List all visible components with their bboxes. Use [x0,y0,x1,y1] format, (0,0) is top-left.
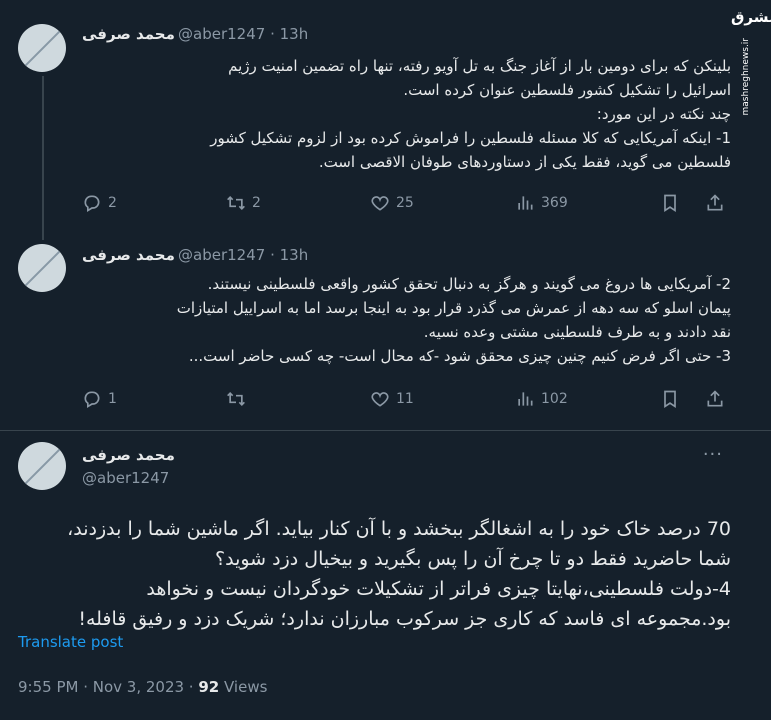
author-handle[interactable]: @aber1247 [178,25,265,43]
like-button[interactable]: 25 [370,193,414,213]
heart-icon [371,196,389,211]
reply-count: 2 [108,195,117,211]
views-button[interactable]: 369 [515,193,568,213]
analytics-icon [518,196,533,210]
avatar[interactable] [18,442,66,490]
share-icon [707,194,723,211]
author-handle[interactable]: @aber1247 [82,469,169,487]
bookmark-button[interactable] [660,193,680,213]
reply-button[interactable]: 2 [82,193,117,213]
reply-icon [84,195,100,212]
tweet-line: 70 درصد خاک خود را به اشغالگر ببخشد و با… [67,518,731,540]
tweet-line: 1- اینکه آمریکایی که کلا مسئله فلسطین را… [210,129,731,147]
like-button[interactable]: 11 [370,389,414,409]
tweet-line: نقد دادند و به طرف فلسطینی مشتی وعده نسی… [423,323,731,341]
share-button[interactable] [705,389,725,409]
author-handle-time[interactable]: @aber1247 · 13h [178,246,308,264]
avatar[interactable] [18,244,66,292]
share-button[interactable] [705,193,725,213]
author-name[interactable]: محمد صرفی [82,246,175,264]
reply-icon [84,391,100,408]
share-icon [707,390,723,407]
retweet-icon [227,391,245,407]
main-tweet-text: 70 درصد خاک خود را به اشغالگر ببخشد و با… [16,514,731,634]
author-handle-time[interactable]: @aber1247 · 13h [178,25,308,43]
like-count: 25 [396,195,414,211]
avatar[interactable] [18,24,66,72]
author-name[interactable]: محمد صرفی [82,25,175,43]
thread-line [42,76,44,240]
tweet-1[interactable]: محمد صرفی @aber1247 · 13h بلینکن که برای… [0,0,771,240]
tweet-text: 2- آمریکایی ها دروغ می گویند و هرگز به د… [82,272,731,368]
retweet-button[interactable]: 2 [226,193,261,213]
views-label: Views [219,678,268,696]
view-count: 102 [541,391,568,407]
tweet-time[interactable]: · 13h [270,25,308,43]
post-timestamp[interactable]: 9:55 PM · Nov 3, 2023 · [18,678,198,696]
analytics-icon [518,392,533,406]
views-button[interactable]: 102 [515,389,568,409]
bookmark-icon [664,390,676,409]
bookmark-icon [664,194,676,213]
post-meta: 9:55 PM · Nov 3, 2023 · 92 Views [18,678,267,696]
tweet-line: پیمان اسلو که سه دهه از عمرش می گذرد قرا… [176,299,731,317]
view-count: 369 [541,195,568,211]
more-options-button[interactable]: ··· [703,444,723,465]
author-name[interactable]: محمد صرفی [82,446,175,464]
tweet-text: بلینکن که برای دومین بار از آغاز جنگ به … [82,54,731,174]
tweet-line: بود.مجموعه ای فاسد که کاری جز سرکوب مبار… [78,608,731,630]
tweet-line: چند نکته در این مورد: [596,105,731,123]
tweet-line: فلسطین می گوید، فقط یکی از دستاوردهای طو… [318,153,731,171]
tweet-line: 4-دولت فلسطینی،نهایتا چیزی فراتر از تشکی… [146,578,731,600]
tweet-time[interactable]: · 13h [270,246,308,264]
retweet-button[interactable] [226,389,252,409]
views-count: 92 [198,678,220,696]
tweet-line: اسرائیل را تشکیل کشور فلسطین عنوان کرده … [403,81,731,99]
tweet-2[interactable]: محمد صرفی @aber1247 · 13h 2- آمریکایی ها… [0,240,771,430]
bookmark-button[interactable] [660,389,680,409]
tweet-line: بلینکن که برای دومین بار از آغاز جنگ به … [228,57,731,75]
tweet-line: 2- آمریکایی ها دروغ می گویند و هرگز به د… [207,275,731,293]
reply-count: 1 [108,391,117,407]
retweet-icon [227,195,245,211]
author-handle[interactable]: @aber1247 [178,246,265,264]
reply-button[interactable]: 1 [82,389,117,409]
tweet-line: 3- حتی اگر فرض کنیم چنین چیزی محقق شود -… [188,347,731,365]
tweet-line: شما حاضرید فقط دو تا چرخ آن را پس بگیرید… [215,548,731,570]
retweet-count: 2 [252,195,261,211]
translate-post-link[interactable]: Translate post [18,633,123,651]
heart-icon [371,392,389,407]
like-count: 11 [396,391,414,407]
